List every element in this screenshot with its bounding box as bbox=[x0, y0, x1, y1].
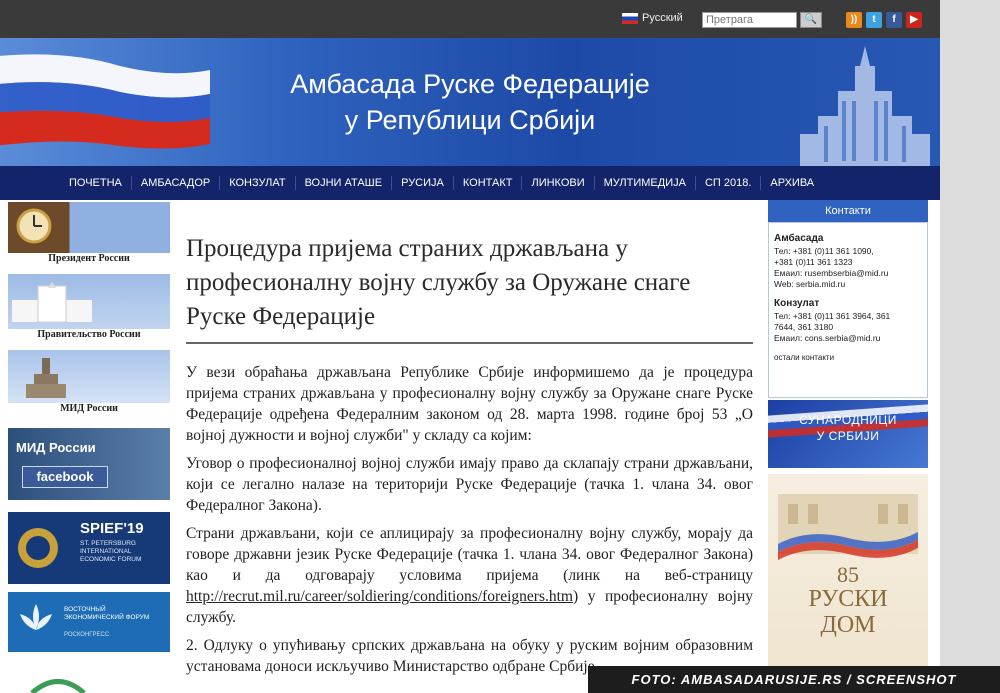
photo-credit: FOTO: AMBASADARUSIJE.RS / SCREENSHOT bbox=[588, 666, 1000, 693]
search-button[interactable]: 🔍 bbox=[800, 12, 822, 28]
search-input[interactable] bbox=[702, 12, 797, 28]
government-caption: Правительство России bbox=[8, 329, 170, 340]
eef-lotus-icon bbox=[20, 604, 52, 630]
white-house-icon bbox=[12, 282, 92, 322]
anniversary-number: 85 bbox=[837, 562, 859, 587]
spief-subtitle: ST. PETERSBURG INTERNATIONAL ECONOMIC FO… bbox=[80, 540, 142, 563]
russian-flag-wave-icon bbox=[0, 54, 210, 149]
facebook-icon[interactable]: f bbox=[886, 12, 902, 28]
mfa-facebook-banner[interactable]: МИД России facebook bbox=[8, 428, 170, 500]
contacts-box: Амбасада Тел: +381 (0)11 361 1090, +381 … bbox=[768, 222, 928, 398]
compatriots-banner[interactable]: СУНАРОДНИЦИ У СРБИЈИ bbox=[768, 400, 928, 468]
compatriots-line1: СУНАРОДНИЦИ bbox=[799, 413, 897, 427]
spief-title: SPIEF'19 bbox=[80, 520, 144, 537]
embassy-heading: Амбасада bbox=[774, 233, 824, 244]
russian-house-banner[interactable]: 85 РУСКИ ДОМ bbox=[768, 474, 928, 676]
article-paragraph-1: У вези обраћања држављана Републике Срби… bbox=[186, 364, 753, 444]
title-divider bbox=[186, 342, 753, 344]
mfa-caption: МИД России bbox=[8, 403, 170, 414]
government-banner[interactable]: Правительство России bbox=[8, 274, 170, 340]
facebook-label: facebook bbox=[22, 466, 108, 488]
main-nav: ПОЧЕТНА АМБАСАДОР КОНЗУЛАТ ВОЈНИ АТАШЕ Р… bbox=[0, 166, 940, 200]
russian-house-line2: ДОМ bbox=[820, 612, 876, 638]
nav-item-home[interactable]: ПОЧЕТНА bbox=[60, 176, 132, 190]
nav-item-multimedia[interactable]: МУЛТИМЕДИЈА bbox=[595, 176, 696, 190]
paragraph-3-text-before: Страни држављани, који се аплицирају за … bbox=[186, 525, 753, 584]
site-title-line1: Амбасада Руске Федерације bbox=[290, 69, 650, 99]
language-label: Русский bbox=[642, 12, 683, 24]
clock-icon bbox=[16, 208, 52, 244]
right-sidebar: Контакти Амбасада Тел: +381 (0)11 361 10… bbox=[768, 200, 930, 693]
top-bar: Русский 🔍 )) t f ▶ bbox=[0, 0, 940, 38]
russian-flag-icon bbox=[622, 12, 638, 24]
youtube-icon[interactable]: ▶ bbox=[906, 12, 922, 28]
president-banner[interactable]: Президент России bbox=[8, 202, 170, 264]
mfa-banner[interactable]: МИД России bbox=[8, 350, 170, 414]
site-title-line2: у Републици Србији bbox=[344, 105, 596, 135]
consulate-line: Тел: +381 (0)11 361 3964, 361 bbox=[774, 311, 891, 321]
site-title: Амбасада Руске Федерације у Републици Ср… bbox=[250, 66, 690, 138]
russian-house-building-icon bbox=[778, 494, 918, 560]
window-margin bbox=[940, 0, 1000, 693]
eef-title: ВОСТОЧНЫЙ ЭКОНОМИЧЕСКИЙ ФОРУМ bbox=[64, 606, 150, 621]
mfa-building-icon bbox=[26, 358, 66, 398]
article-paragraph-3: Страни држављани, који се аплицирају за … bbox=[186, 523, 753, 628]
nav-item-archive[interactable]: АРХИВА bbox=[761, 176, 823, 190]
nav-item-contact[interactable]: КОНТАКТ bbox=[454, 176, 523, 190]
contacts-header: Контакти bbox=[768, 200, 928, 222]
partial-banner[interactable] bbox=[8, 666, 170, 693]
russian-house-line1: РУСКИ bbox=[808, 586, 888, 612]
article: Процедура пријема страних држављана у пр… bbox=[183, 200, 758, 693]
mfa-facebook-title: МИД России bbox=[16, 440, 96, 455]
nav-item-wc-2018[interactable]: СП 2018. bbox=[696, 176, 762, 190]
embassy-line: +381 (0)11 361 1323 bbox=[774, 257, 853, 267]
president-caption: Президент России bbox=[8, 253, 170, 264]
language-switch[interactable]: Русский bbox=[622, 12, 683, 24]
article-title: Процедура пријема страних држављана у пр… bbox=[186, 235, 691, 330]
russian-house-title: РУСКИ ДОМ bbox=[768, 586, 928, 638]
consulate-heading: Конзулат bbox=[774, 298, 820, 309]
embassy-line: Web: serbia.mid.ru bbox=[774, 279, 846, 289]
embassy-line: Тел: +381 (0)11 361 1090, bbox=[774, 246, 874, 256]
left-sidebar: Президент России Правительство России МИ… bbox=[0, 200, 175, 693]
consulate-line: Емаил: cons.serbia@mid.ru bbox=[774, 333, 881, 343]
compatriots-line2: У СРБИЈИ bbox=[816, 429, 880, 443]
spief-logo-icon bbox=[18, 528, 58, 568]
other-contacts-link[interactable]: остали контакти bbox=[774, 352, 922, 363]
rss-icon[interactable]: )) bbox=[846, 12, 862, 28]
recruitment-link[interactable]: http://recrut.mil.ru/career/soldiering/c… bbox=[186, 588, 573, 605]
consulate-line: 7644, 361 3180 bbox=[774, 322, 834, 332]
article-body: У вези обраћања држављана Републике Срби… bbox=[186, 362, 753, 684]
web-page: Русский 🔍 )) t f ▶ Амбасада Руске Федера… bbox=[0, 0, 940, 693]
nav-item-links[interactable]: ЛИНКОВИ bbox=[522, 176, 595, 190]
eef-banner[interactable]: ВОСТОЧНЫЙ ЭКОНОМИЧЕСКИЙ ФОРУМ РОСКОНГРЕС… bbox=[8, 592, 170, 652]
green-arc-icon bbox=[30, 679, 86, 693]
eef-subtitle: РОСКОНГРЕСС bbox=[64, 632, 110, 638]
ministry-building-icon bbox=[800, 46, 930, 166]
nav-item-military-attache[interactable]: ВОЈНИ АТАШЕ bbox=[296, 176, 393, 190]
nav-item-ambassador[interactable]: АМБАСАДОР bbox=[132, 176, 221, 190]
header-banner: Амбасада Руске Федерације у Републици Ср… bbox=[0, 38, 940, 166]
article-paragraph-2: Уговор о професионалној војној служби им… bbox=[186, 455, 753, 514]
compatriots-text: СУНАРОДНИЦИ У СРБИЈИ bbox=[768, 412, 928, 444]
nav-item-consulate[interactable]: КОНЗУЛАТ bbox=[220, 176, 296, 190]
twitter-icon[interactable]: t bbox=[866, 12, 882, 28]
nav-item-russia[interactable]: РУСИЈА bbox=[392, 176, 454, 190]
spief-banner[interactable]: SPIEF'19 ST. PETERSBURG INTERNATIONAL EC… bbox=[8, 512, 170, 584]
embassy-line: Емаил: rusembserbia@mid.ru bbox=[774, 268, 889, 278]
